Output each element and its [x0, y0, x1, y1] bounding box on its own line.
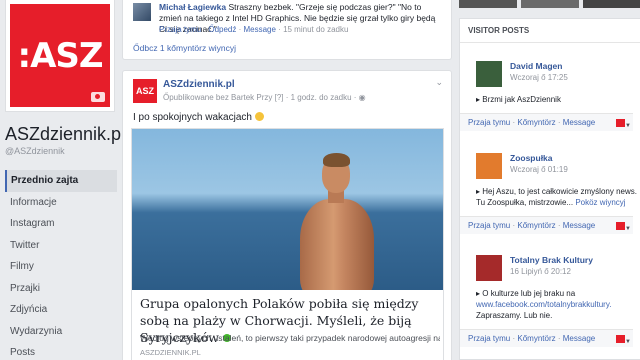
- visitor-name[interactable]: David Magen: [510, 61, 562, 71]
- like-link[interactable]: Przaja tymu: [468, 221, 510, 230]
- post-card: ASZ ASZdziennik.pl Őpublikowane bez Bart…: [122, 70, 452, 360]
- post-avatar[interactable]: ASZ: [133, 79, 157, 103]
- visitor-time[interactable]: Wczoraj ő 17:25: [510, 73, 568, 82]
- page-name[interactable]: ASZdziennik.pl: [5, 124, 125, 145]
- comment-card: Michał Łagiewka Straszny bezbek. "Grzeje…: [122, 0, 452, 60]
- page-icon[interactable]: [616, 119, 625, 127]
- comment-link[interactable]: Kőmyntörz: [517, 334, 555, 343]
- visitor-name[interactable]: Totalny Brak Kultury: [510, 255, 593, 265]
- timeline: Michał Łagiewka Straszny bezbek. "Grzeje…: [122, 0, 452, 360]
- visitor-time[interactable]: Wczoraj ő 01:19: [510, 165, 568, 174]
- man-figure: [292, 147, 382, 290]
- caret-down-icon[interactable]: ▼: [625, 118, 631, 135]
- comment-link[interactable]: Kőmyntörz: [517, 118, 555, 127]
- message-link[interactable]: Message: [563, 118, 595, 127]
- comment-actions: Przaja tymu · Ődpedź · Message · 15 minu…: [159, 25, 349, 34]
- visitor-text: ▸ O kulturze lub jej braku na www.faceboo…: [476, 289, 612, 320]
- photo-strip: [459, 0, 640, 8]
- comment-author[interactable]: Michał Łagiewka: [159, 2, 226, 12]
- visitor-time[interactable]: 16 Lipiyń ő 20:12: [510, 267, 571, 276]
- post-author[interactable]: ASZdziennik.pl: [163, 79, 235, 90]
- thumbnail[interactable]: [521, 0, 579, 8]
- post-meta: Őpublikowane bez Bartek Przy [?] · 1 god…: [163, 93, 366, 102]
- link-domain: ASZDZIENNIK.PL: [140, 348, 201, 357]
- post-text: I po spokojnych wakacjach: [133, 112, 264, 123]
- thumbnail[interactable]: [459, 0, 517, 8]
- external-link[interactable]: www.facebook.com/totalnybrakkultury.: [476, 300, 611, 309]
- link-description: Według wstępnych ustaleń, to pierwszy ta…: [140, 333, 440, 343]
- page-icon[interactable]: [616, 222, 625, 230]
- visitor-text: ▸ Hej Aszu, to jest całkowicie zmyślony …: [476, 187, 637, 207]
- visitor-text: ▸ Brzmi jak AszDziennik: [476, 95, 561, 104]
- reply-link[interactable]: Ődpedź: [208, 25, 236, 34]
- visitor-post-actions: Przaja tymu · Kőmyntörz · Message ▼: [460, 329, 633, 347]
- comment-link[interactable]: Kőmyntörz: [517, 221, 555, 230]
- visitor-post-actions: Przaja tymu · Kőmyntörz · Message ▼: [460, 113, 633, 131]
- nav-item-twitter[interactable]: Twitter: [5, 235, 117, 257]
- avatar[interactable]: [476, 255, 502, 281]
- visitor-posts-title: VISITOR POSTS: [460, 19, 640, 43]
- nav-item-posts[interactable]: Posts: [5, 342, 117, 360]
- profile-picture[interactable]: :ASZ: [5, 0, 115, 112]
- like-link[interactable]: Przaja tymu: [468, 334, 510, 343]
- like-link[interactable]: Przaja tymu: [468, 118, 510, 127]
- see-more-link[interactable]: Poköz wiyncyj: [575, 198, 625, 207]
- message-link[interactable]: Message: [243, 25, 275, 34]
- page-logo: :ASZ: [17, 35, 103, 76]
- view-more-comments[interactable]: Ődbcz 1 kőmyntörz wiyncyj: [133, 43, 236, 53]
- caret-down-icon[interactable]: ▼: [625, 334, 631, 351]
- left-column: :ASZ ASZdziennik.pl @ASZdziennik Przedni…: [0, 0, 125, 360]
- right-column: VISITOR POSTS David Magen Wczoraj ő 17:2…: [459, 0, 640, 360]
- message-link[interactable]: Message: [563, 221, 595, 230]
- nav-item-instagram[interactable]: Instagram: [5, 213, 117, 235]
- visitor-name[interactable]: Zoospułka: [510, 153, 553, 163]
- camera-icon[interactable]: [91, 92, 105, 102]
- link-preview[interactable]: Grupa opalonych Polaków pobiła się międz…: [131, 128, 444, 360]
- smiley-icon: [254, 112, 264, 121]
- comment-time[interactable]: 15 minut do zadku: [283, 25, 348, 34]
- nav-item-home[interactable]: Przednio zajta: [5, 170, 117, 192]
- thumbnail[interactable]: [583, 0, 640, 8]
- nav-item-events[interactable]: Wydarzynia: [5, 321, 117, 343]
- avatar[interactable]: [133, 3, 151, 21]
- avatar[interactable]: [476, 61, 502, 87]
- caret-down-icon[interactable]: ▼: [625, 221, 631, 238]
- avatar[interactable]: [476, 153, 502, 179]
- page-nav: Przednio zajta Informacje Instagram Twit…: [5, 170, 117, 360]
- nav-item-videos[interactable]: Filmy: [5, 256, 117, 278]
- nav-item-likes[interactable]: Przajki: [5, 278, 117, 300]
- page-handle[interactable]: @ASZdziennik: [5, 146, 65, 156]
- visitor-posts: VISITOR POSTS David Magen Wczoraj ő 17:2…: [459, 18, 640, 360]
- globe-icon: ◉: [358, 93, 366, 102]
- like-link[interactable]: Przaja tymu: [159, 25, 201, 34]
- nav-item-photos[interactable]: Zdjyńcia: [5, 299, 117, 321]
- visitor-post-actions: Przaja tymu · Kőmyntörz · Message ▼: [460, 216, 633, 234]
- chevron-down-icon[interactable]: ⌄: [435, 77, 443, 88]
- link-image[interactable]: [132, 129, 443, 290]
- page-icon[interactable]: [616, 335, 625, 343]
- message-link[interactable]: Message: [563, 334, 595, 343]
- nav-item-about[interactable]: Informacje: [5, 192, 117, 214]
